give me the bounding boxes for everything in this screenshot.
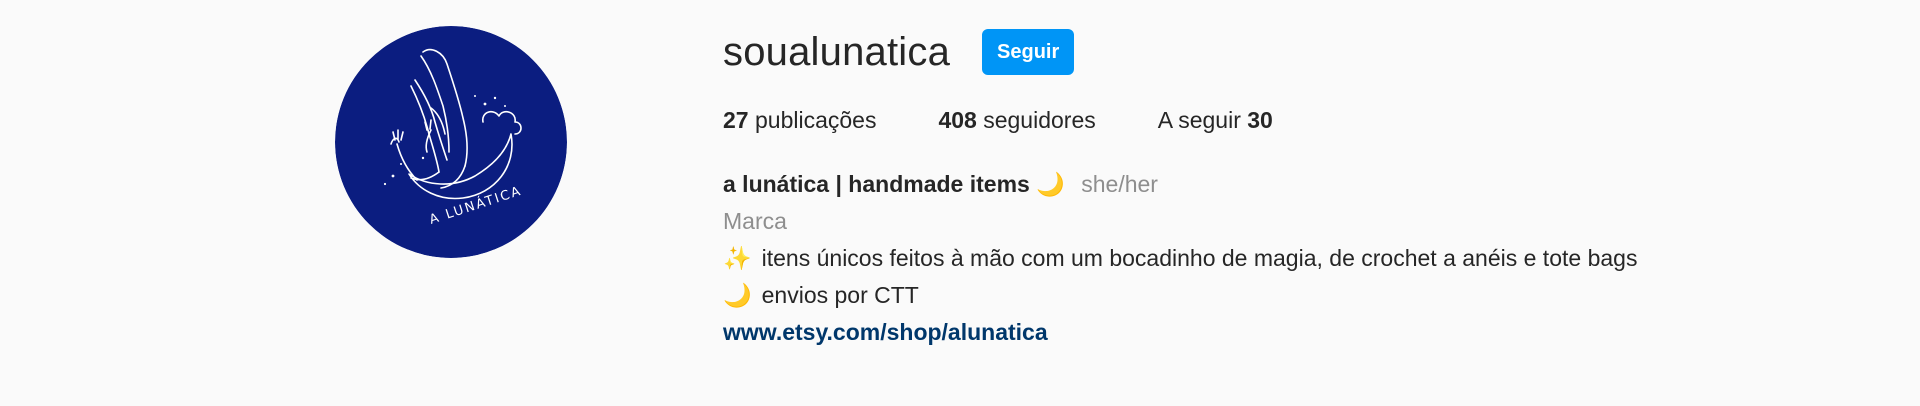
bio-line-2: 🌙 envios por CTT [723,277,1663,314]
username: soualunatica [723,30,951,74]
bio: a lunática | handmade items 🌙 she/her Ma… [723,166,1663,351]
pronouns: she/her [1081,171,1158,197]
follow-button[interactable]: Seguir [982,29,1075,75]
category-label: Marca [723,208,787,234]
following-count: 30 [1247,107,1273,133]
stats-row: 27 publicações 408 seguidores A seguir 3… [723,105,1335,135]
followers-count: 408 [938,107,977,133]
sparkles-emoji-icon: ✨ [723,245,752,271]
posts-count: 27 [723,107,749,133]
moon-emoji-icon: 🌙 [1036,171,1065,197]
moon-emoji-icon: 🌙 [723,282,752,308]
bio-text-2: envios por CTT [761,282,919,308]
bio-name: a lunática | handmade items [723,171,1030,197]
following-stat[interactable]: A seguir 30 [1158,105,1273,135]
posts-label: publicações [754,107,877,133]
following-label: A seguir [1157,107,1241,133]
avatar[interactable]: A LUNÁTICA [335,26,567,258]
followers-stat[interactable]: 408 seguidores [938,105,1095,135]
followers-label: seguidores [983,107,1096,133]
bio-text-1: itens únicos feitos à mão com um bocadin… [761,245,1638,271]
title-row: soualunatica Seguir [723,26,1075,78]
website-link[interactable]: www.etsy.com/shop/alunatica [723,314,1663,351]
profile-header: A LUNÁTICA soualunatica Seguir 27 public… [0,0,1920,406]
bio-line-1: ✨ itens únicos feitos à mão com um bocadi… [723,240,1663,277]
posts-stat: 27 publicações [723,105,876,135]
moon-woman-logo-icon: A LUNÁTICA [335,26,567,258]
bio-name-line: a lunática | handmade items 🌙 she/her [723,166,1663,203]
